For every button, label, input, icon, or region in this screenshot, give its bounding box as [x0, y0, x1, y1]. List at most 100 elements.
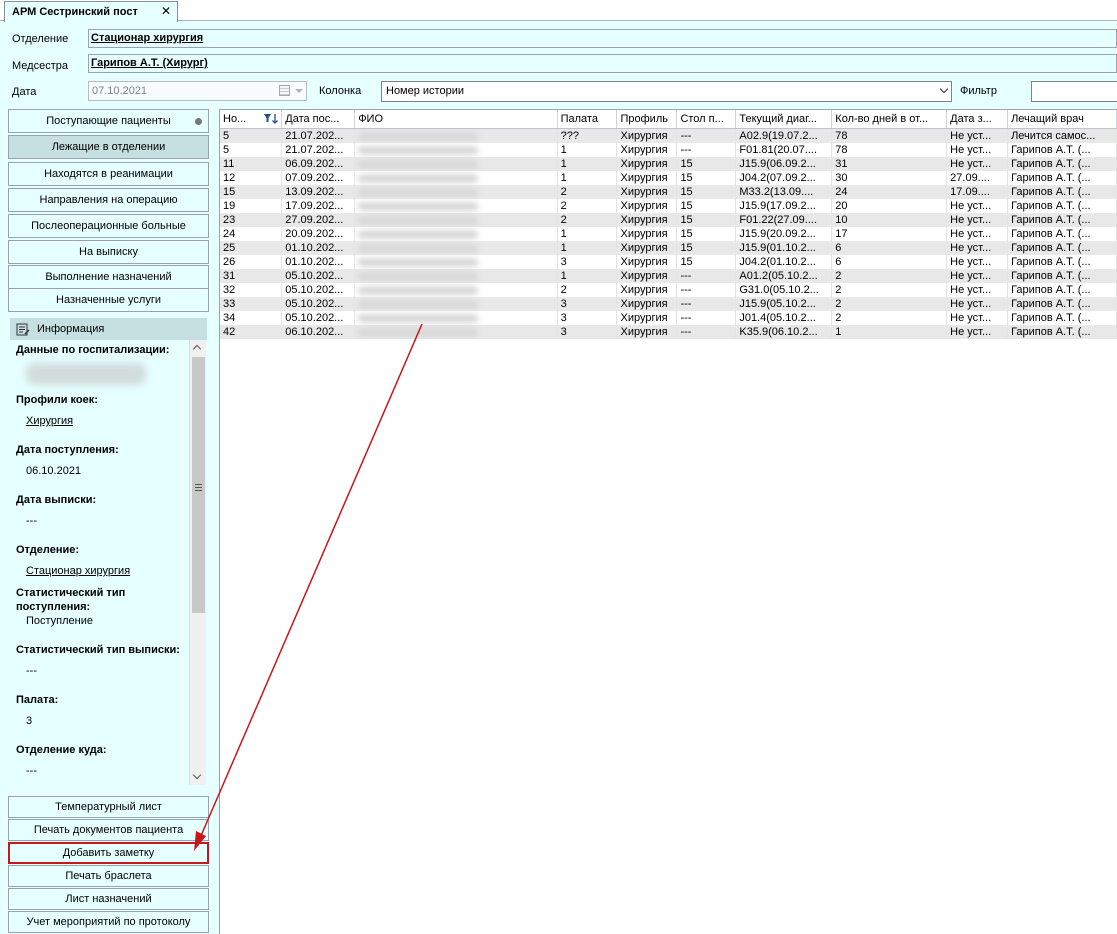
info-scrollbar[interactable]: [189, 340, 206, 785]
table-cell: 78: [831, 142, 948, 157]
table-row[interactable]: 19 17.09.202... 2 Хирургия 15 J15.9(17.09.2..…: [220, 198, 1117, 213]
scroll-down-icon[interactable]: [192, 770, 202, 780]
table-cell: J15.9(17.09.2...: [735, 198, 833, 213]
column-header-label: Текущий диаг...: [739, 112, 817, 125]
table-cell: 42: [220, 324, 283, 339]
bottom-button-4[interactable]: Лист назначений: [8, 888, 209, 910]
table-cell: 3: [557, 254, 618, 269]
table-cell: 2: [557, 198, 618, 213]
column-header-6[interactable]: Текущий диаг...: [735, 110, 833, 129]
table-row[interactable]: 25 01.10.202... 1 Хирургия 15 J15.9(01.10.2..…: [220, 240, 1117, 255]
tab-arm-nurse-post[interactable]: АРМ Сестринский пост ✕: [4, 1, 178, 22]
nav-item-2[interactable]: Находятся в реанимации: [8, 162, 209, 186]
nurse-label: Медсестра: [12, 60, 68, 72]
table-row[interactable]: 42 06.10.202... 3 Хирургия --- K35.9(06.10.2.…: [220, 324, 1117, 339]
redacted-name: [358, 244, 479, 253]
table-cell: 10: [831, 212, 948, 227]
column-header-9[interactable]: Лечащий врач: [1007, 110, 1117, 129]
patients-grid[interactable]: Но... Дата пос... ФИО Палата Профиль Стол п..…: [219, 109, 1117, 934]
nav-item-4[interactable]: Послеоперационные больные: [8, 214, 209, 238]
admit-value: 06.10.2021: [26, 465, 82, 477]
filter-sort-icon[interactable]: [264, 113, 279, 124]
column-header-3[interactable]: Палата: [557, 110, 618, 129]
bottom-button-5[interactable]: Учет мероприятий по протоколу: [8, 911, 209, 933]
table-row[interactable]: 5 21.07.202...??? Хирургия --- A02.9(19.07.2…: [220, 128, 1117, 143]
table-cell: Гарипов А.Т. (...: [1007, 296, 1117, 311]
date-picker[interactable]: 07.10.2021: [88, 81, 307, 101]
close-icon[interactable]: ✕: [161, 4, 171, 18]
department-field[interactable]: Стационар хирургия: [88, 29, 1117, 48]
bottom-button-3[interactable]: Печать браслета: [8, 865, 209, 887]
redacted-fio-cell: [354, 296, 558, 311]
nav-item-6[interactable]: Выполнение назначений: [8, 265, 209, 289]
nav-item-3[interactable]: Направления на операцию: [8, 188, 209, 212]
redacted-name: [358, 328, 479, 337]
column-header-label: Стол п...: [680, 112, 724, 125]
table-row[interactable]: 23 27.09.202... 2 Хирургия 15 F01.22(27.09...…: [220, 212, 1117, 227]
stat-discharge-value: ---: [26, 665, 37, 677]
table-cell: 3: [557, 310, 618, 325]
table-cell: Хирургия: [616, 184, 678, 199]
table-row[interactable]: 33 05.10.202... 3 Хирургия --- J15.9(05.10.2.…: [220, 296, 1117, 311]
table-cell: 2: [831, 282, 948, 297]
nav-item-0[interactable]: Поступающие пациенты: [8, 109, 209, 133]
info-header[interactable]: Информация: [10, 318, 207, 340]
table-cell: 15: [676, 226, 737, 241]
table-cell: 1: [831, 324, 948, 339]
table-row[interactable]: 34 05.10.202... 3 Хирургия --- J01.4(05.10.2.…: [220, 310, 1117, 325]
column-header-5[interactable]: Стол п...: [676, 110, 737, 129]
bottom-button-0[interactable]: Температурный лист: [8, 796, 209, 818]
table-cell: ---: [676, 310, 737, 325]
table-row[interactable]: 26 01.10.202... 3 Хирургия 15 J04.2(01.10.2..…: [220, 254, 1117, 269]
column-header-label: Профиль: [620, 112, 668, 125]
nav-item-5[interactable]: На выписку: [8, 240, 209, 264]
table-cell: ---: [676, 282, 737, 297]
nurse-field[interactable]: Гарипов А.Т. (Хирург): [88, 54, 1117, 73]
table-cell: Хирургия: [616, 128, 678, 143]
table-row[interactable]: 11 06.09.202... 1 Хирургия 15 J15.9(06.09.2..…: [220, 156, 1117, 171]
chevron-down-icon[interactable]: [295, 89, 303, 93]
column-header-4[interactable]: Профиль: [616, 110, 678, 129]
column-header-0[interactable]: Но...: [220, 110, 283, 129]
table-row[interactable]: 24 20.09.202... 1 Хирургия 15 J15.9(20.09.2..…: [220, 226, 1117, 241]
table-cell: 15: [676, 198, 737, 213]
table-row[interactable]: 32 05.10.202... 2 Хирургия --- G31.0(05.10.2.…: [220, 282, 1117, 297]
table-cell: Хирургия: [616, 212, 678, 227]
bottom-button-1[interactable]: Печать документов пациента: [8, 819, 209, 841]
table-cell: 01.10.202...: [281, 254, 356, 269]
table-cell: J04.2(01.10.2...: [735, 254, 833, 269]
column-header-8[interactable]: Дата з...: [946, 110, 1009, 129]
column-header-1[interactable]: Дата пос...: [281, 110, 356, 129]
column-header-7[interactable]: Кол-во дней в от...: [831, 110, 948, 129]
table-cell: Гарипов А.Т. (...: [1007, 142, 1117, 157]
info-panel: Данные по госпитализации: Профили коек: …: [10, 340, 207, 786]
table-cell: A02.9(19.07.2...: [735, 128, 833, 143]
chevron-down-icon[interactable]: [939, 84, 949, 94]
scroll-up-icon[interactable]: [192, 344, 202, 354]
scrollbar-thumb[interactable]: [192, 357, 205, 613]
table-cell: ---: [676, 142, 737, 157]
table-row[interactable]: 5 21.07.202... 1 Хирургия --- F01.81(20.07...…: [220, 142, 1117, 157]
table-row[interactable]: 15 13.09.202... 2 Хирургия 15 M33.2(13.09....…: [220, 184, 1117, 199]
profiles-link[interactable]: Хирургия: [26, 415, 73, 427]
table-cell: M33.2(13.09....: [735, 184, 833, 199]
redacted-name: [358, 286, 479, 295]
table-cell: 21.07.202...: [281, 128, 356, 143]
table-cell: 78: [831, 128, 948, 143]
table-cell: 2: [557, 184, 618, 199]
table-row[interactable]: 12 07.09.202... 1 Хирургия 15 J04.2(07.09.2..…: [220, 170, 1117, 185]
column-select[interactable]: Номер истории: [381, 81, 952, 102]
ward-value: 3: [26, 715, 33, 727]
nav-item-1[interactable]: Лежащие в отделении: [8, 135, 209, 159]
bottom-button-2[interactable]: Добавить заметку: [8, 842, 209, 864]
table-cell: Гарипов А.Т. (...: [1007, 184, 1117, 199]
redacted-fio-cell: [354, 142, 558, 157]
calendar-icon[interactable]: [279, 85, 290, 96]
table-row[interactable]: 31 05.10.202... 1 Хирургия --- A01.2(05.10.2.…: [220, 268, 1117, 283]
filter-input[interactable]: [1031, 81, 1117, 102]
dept-link[interactable]: Стационар хирургия: [26, 565, 130, 577]
nav-item-7[interactable]: Назначенные услуги: [8, 288, 209, 312]
table-cell: 31: [831, 156, 948, 171]
table-cell: 5: [220, 128, 283, 143]
column-header-2[interactable]: ФИО: [354, 110, 558, 129]
